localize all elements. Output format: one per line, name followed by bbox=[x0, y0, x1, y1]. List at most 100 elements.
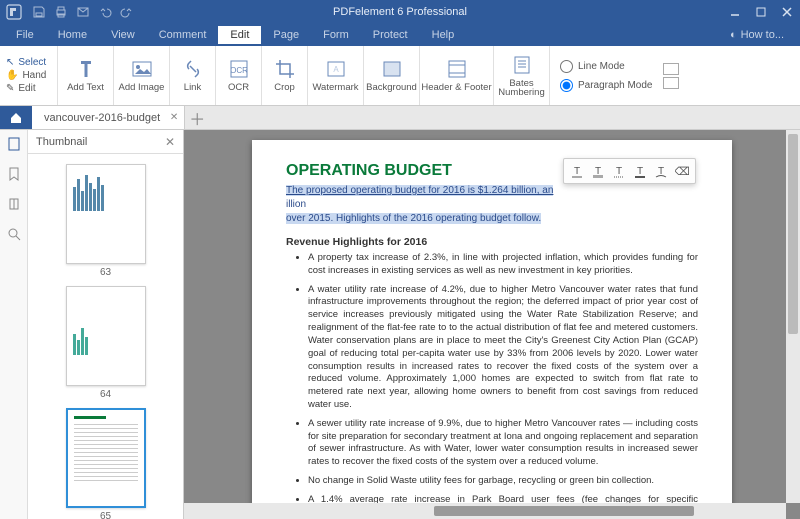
document-tab[interactable]: vancouver-2016-budget ✕ bbox=[32, 106, 185, 129]
header-footer-icon bbox=[446, 58, 468, 80]
hand-icon: ✋ bbox=[6, 70, 18, 81]
vertical-scrollbar[interactable] bbox=[786, 130, 800, 503]
side-rail bbox=[0, 130, 28, 519]
image-icon bbox=[131, 58, 153, 80]
add-text-button[interactable]: Add Text bbox=[58, 46, 114, 105]
watermark-label: Watermark bbox=[312, 83, 358, 93]
home-tab[interactable] bbox=[0, 106, 32, 129]
thumbnail-list[interactable]: 63 64 65 bbox=[28, 154, 183, 519]
paragraph-mode-radio[interactable]: Paragraph Mode bbox=[560, 79, 653, 92]
svg-text:T: T bbox=[616, 166, 622, 177]
hand-tool[interactable]: ✋ Hand bbox=[6, 70, 57, 81]
list-item[interactable]: A water utility rate increase of 4.2%, d… bbox=[308, 284, 698, 412]
menu-file[interactable]: File bbox=[4, 26, 46, 44]
crop-label: Crop bbox=[274, 83, 295, 93]
format-btn-3[interactable]: T bbox=[610, 162, 628, 180]
bookmarks-rail-icon[interactable] bbox=[6, 166, 22, 182]
edit-mode-group: Line Mode Paragraph Mode bbox=[550, 46, 663, 105]
menu-home[interactable]: Home bbox=[46, 26, 99, 44]
background-button[interactable]: Background bbox=[364, 46, 420, 105]
new-tab-button[interactable]: ＋ bbox=[185, 106, 209, 129]
add-image-label: Add Image bbox=[119, 83, 165, 93]
window-title: PDFelement 6 Professional bbox=[333, 6, 467, 18]
bates-icon bbox=[511, 54, 533, 76]
svg-text:OCR: OCR bbox=[230, 66, 248, 75]
background-label: Background bbox=[366, 83, 417, 93]
line-mode-label: Line Mode bbox=[578, 61, 625, 72]
line-mode-radio[interactable]: Line Mode bbox=[560, 60, 653, 73]
edit-icon: ✎ bbox=[6, 83, 14, 94]
thumbnail-page-63[interactable]: 63 bbox=[63, 164, 149, 278]
link-button[interactable]: Link bbox=[170, 46, 216, 105]
horizontal-scroll-thumb[interactable] bbox=[434, 506, 694, 516]
svg-text:T: T bbox=[574, 166, 580, 177]
thumbnails-rail-icon[interactable] bbox=[6, 136, 22, 152]
select-tool[interactable]: ↖ Select bbox=[6, 57, 57, 68]
select-label: Select bbox=[18, 57, 46, 68]
ocr-button[interactable]: OCROCR bbox=[216, 46, 262, 105]
close-button[interactable] bbox=[774, 0, 800, 24]
undo-icon[interactable] bbox=[98, 5, 112, 19]
thumbnail-panel-title: Thumbnail bbox=[36, 136, 87, 148]
menu-form[interactable]: Form bbox=[311, 26, 361, 44]
thumbnail-panel-header: Thumbnail ✕ bbox=[28, 130, 183, 154]
document-viewport[interactable]: T T T T T ⌫ OPERATING BUDGET The propose… bbox=[184, 130, 800, 519]
menu-help[interactable]: Help bbox=[420, 26, 467, 44]
close-thumbnail-panel-icon[interactable]: ✕ bbox=[165, 135, 175, 149]
list-item[interactable]: No change in Solid Waste utility fees fo… bbox=[308, 475, 698, 488]
page-number: 64 bbox=[100, 389, 111, 400]
edit-tool[interactable]: ✎ Edit bbox=[6, 83, 57, 94]
bullet-list: A property tax increase of 2.3%, in line… bbox=[286, 252, 698, 519]
how-to-label: How to... bbox=[741, 29, 784, 41]
menu-view[interactable]: View bbox=[99, 26, 147, 44]
thumbnail-page-65[interactable]: 65 bbox=[63, 408, 149, 519]
save-icon[interactable] bbox=[32, 5, 46, 19]
minimize-button[interactable] bbox=[722, 0, 748, 24]
document-page: T T T T T ⌫ OPERATING BUDGET The propose… bbox=[252, 140, 732, 519]
menu-comment[interactable]: Comment bbox=[147, 26, 219, 44]
bates-button[interactable]: Bates Numbering bbox=[494, 46, 550, 105]
watermark-icon: A bbox=[325, 58, 347, 80]
menu-page[interactable]: Page bbox=[261, 26, 311, 44]
format-btn-1[interactable]: T bbox=[568, 162, 586, 180]
list-item[interactable]: A property tax increase of 2.3%, in line… bbox=[308, 252, 698, 278]
cursor-icon: ↖ bbox=[6, 57, 14, 68]
crop-icon bbox=[274, 58, 296, 80]
format-delete-btn[interactable]: ⌫ bbox=[673, 162, 691, 180]
edit-label: Edit bbox=[18, 83, 35, 94]
horizontal-scrollbar[interactable] bbox=[184, 503, 786, 519]
print-icon[interactable] bbox=[54, 5, 68, 19]
menu-bar: File Home View Comment Edit Page Form Pr… bbox=[0, 24, 800, 46]
watermark-button[interactable]: A Watermark bbox=[308, 46, 364, 105]
header-footer-button[interactable]: Header & Footer bbox=[420, 46, 494, 105]
vertical-scroll-thumb[interactable] bbox=[788, 134, 798, 334]
thumbnail-page-64[interactable]: 64 bbox=[63, 286, 149, 400]
text-format-floating-toolbar: T T T T T ⌫ bbox=[563, 158, 696, 184]
format-btn-5[interactable]: T bbox=[652, 162, 670, 180]
add-image-button[interactable]: Add Image bbox=[114, 46, 170, 105]
format-btn-4[interactable]: T bbox=[631, 162, 649, 180]
mail-icon[interactable] bbox=[76, 5, 90, 19]
lead-paragraph[interactable]: The proposed operating budget for 2016 i… bbox=[286, 184, 698, 226]
how-to-link[interactable]: ◐ How to... bbox=[730, 29, 784, 41]
maximize-button[interactable] bbox=[748, 0, 774, 24]
help-icon: ◐ bbox=[730, 29, 737, 41]
attachments-rail-icon[interactable] bbox=[6, 196, 22, 212]
format-btn-2[interactable]: T bbox=[589, 162, 607, 180]
header-footer-label: Header & Footer bbox=[421, 83, 491, 93]
thumbnail-panel: Thumbnail ✕ 63 64 bbox=[28, 130, 184, 519]
crop-button[interactable]: Crop bbox=[262, 46, 308, 105]
menu-protect[interactable]: Protect bbox=[361, 26, 420, 44]
title-bar: PDFelement 6 Professional bbox=[0, 0, 800, 24]
ribbon-toolbar: ↖ Select ✋ Hand ✎ Edit Add Text Add Image L… bbox=[0, 46, 800, 106]
extra-button-2[interactable] bbox=[663, 77, 679, 89]
list-item[interactable]: A sewer utility rate increase of 9.9%, d… bbox=[308, 418, 698, 469]
add-text-label: Add Text bbox=[67, 83, 104, 93]
close-tab-icon[interactable]: ✕ bbox=[170, 112, 178, 123]
menu-edit[interactable]: Edit bbox=[218, 26, 261, 44]
redo-icon[interactable] bbox=[120, 5, 134, 19]
search-rail-icon[interactable] bbox=[6, 226, 22, 242]
background-icon bbox=[381, 58, 403, 80]
hand-label: Hand bbox=[22, 70, 46, 81]
extra-button-1[interactable] bbox=[663, 63, 679, 75]
